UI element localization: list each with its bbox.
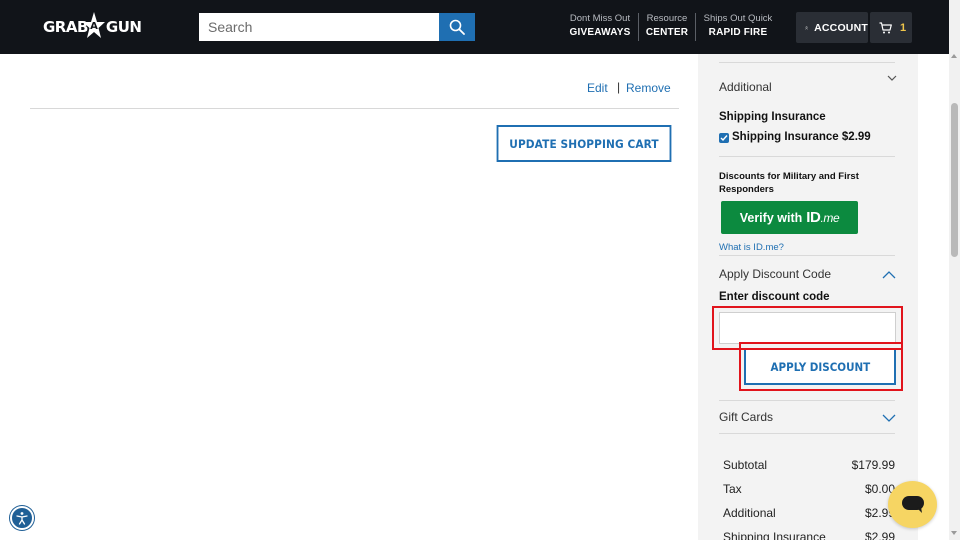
remove-item-link[interactable]: Remove (626, 81, 671, 95)
cart-button[interactable]: 1 (870, 12, 912, 43)
enter-discount-code-label: Enter discount code (719, 291, 830, 303)
military-discount-heading: Discounts for Military and First Respond… (719, 171, 859, 195)
gift-cards-section-toggle[interactable]: Gift Cards (719, 410, 773, 424)
additional-section-toggle[interactable]: Additional (719, 80, 772, 94)
update-shopping-cart-button[interactable]: UPDATE SHOPPING CART (496, 125, 672, 162)
order-summary-sidebar: Additional Shipping Insurance Shipping I… (698, 54, 918, 540)
divider (719, 255, 895, 256)
user-icon (805, 25, 809, 30)
nav-giveaways-sub: Dont Miss Out (569, 13, 631, 24)
nav-giveaways-label: GIVEAWAYS (569, 27, 631, 38)
what-is-idme-link[interactable]: What is ID.me? (719, 242, 784, 253)
svg-text:A: A (90, 21, 98, 32)
nav-rapid-sub: Ships Out Quick (703, 13, 773, 24)
nav-resource-sub: Resource (646, 13, 688, 24)
star-logo-icon: A (83, 12, 105, 38)
link-separator: | (617, 80, 621, 94)
accessibility-button[interactable] (10, 506, 34, 530)
shipping-insurance-checkbox[interactable] (719, 133, 729, 143)
cart-icon (879, 21, 892, 33)
nav-rapid-label: RAPID FIRE (708, 27, 768, 38)
apply-discount-label: APPLY DISCOUNT (770, 359, 870, 374)
chevron-down-icon[interactable] (887, 75, 897, 82)
shipping-insurance-option[interactable]: Shipping Insurance $2.99 (732, 131, 871, 143)
summary-value-subtotal: $179.99 (851, 458, 895, 472)
cart-count-badge: 1 (900, 21, 907, 34)
grabagun-logo[interactable]: GRAB GUN A (43, 12, 142, 42)
divider (719, 156, 895, 157)
divider (719, 62, 895, 63)
nav-giveaways[interactable]: Dont Miss Out GIVEAWAYS (567, 13, 633, 41)
search-input[interactable] (199, 13, 439, 41)
discount-code-input[interactable] (719, 312, 896, 344)
shipping-insurance-heading: Shipping Insurance (719, 111, 826, 123)
nav-resource-center[interactable]: Resource CENTER (644, 13, 690, 41)
apply-discount-button[interactable]: APPLY DISCOUNT (744, 348, 896, 385)
nav-divider (695, 13, 696, 41)
chat-widget-button[interactable] (888, 481, 937, 528)
scrollbar-thumb[interactable] (951, 103, 958, 257)
divider (719, 433, 895, 434)
scroll-up-arrow-icon[interactable] (951, 54, 957, 58)
summary-value-shipping-insurance: $2.99 (864, 530, 895, 540)
summary-label-subtotal: Subtotal (723, 458, 768, 472)
nav-rapid-fire[interactable]: Ships Out Quick RAPID FIRE (700, 13, 776, 41)
chevron-up-icon[interactable] (882, 270, 896, 279)
chevron-down-icon[interactable] (882, 414, 896, 423)
summary-label-additional: Additional (723, 506, 776, 520)
search-button[interactable] (439, 13, 475, 41)
divider (719, 400, 895, 401)
summary-label-shipping-insurance: Shipping Insurance (723, 530, 826, 540)
checkmark-icon (720, 135, 728, 142)
apply-discount-section-toggle[interactable]: Apply Discount Code (719, 267, 831, 281)
account-button[interactable]: ACCOUNT (796, 12, 868, 43)
idme-logo: ID.me (806, 209, 840, 226)
divider (30, 108, 679, 109)
site-header: GRABGUN A Dont Miss Out GIVEAWAYS Resour… (0, 0, 949, 54)
chat-icon (901, 495, 924, 513)
scroll-down-arrow-icon[interactable] (951, 531, 957, 535)
search-icon (449, 19, 465, 35)
nav-resource-label: CENTER (645, 27, 689, 38)
idme-prefix: Verify with (739, 210, 803, 225)
accessibility-icon (16, 512, 28, 525)
verify-with-idme-button[interactable]: Verify with ID.me (721, 201, 858, 234)
page-scrollbar[interactable] (949, 0, 960, 540)
nav-divider (638, 13, 639, 41)
edit-item-link[interactable]: Edit (587, 81, 608, 95)
account-label: ACCOUNT (814, 21, 868, 34)
summary-label-tax: Tax (723, 482, 742, 496)
